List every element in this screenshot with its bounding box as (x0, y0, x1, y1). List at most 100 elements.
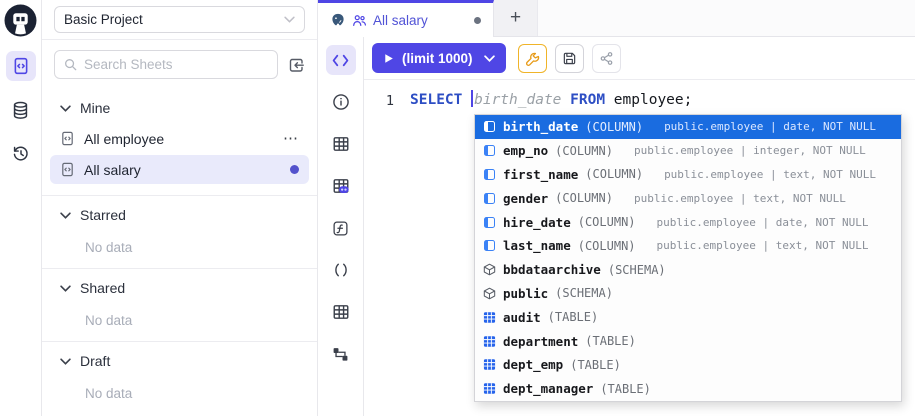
suggestion-kind: (TABLE) (570, 358, 621, 372)
tab-all-salary[interactable]: All salary (318, 0, 494, 37)
function-icon (332, 220, 349, 237)
autocomplete-item[interactable]: dept_manager (TABLE) (475, 377, 901, 401)
empty-placeholder: No data (50, 375, 309, 405)
code-brackets-icon (332, 54, 349, 67)
autocomplete-item[interactable]: hire_date (COLUMN) public.employee | dat… (475, 210, 901, 234)
database-nav-button[interactable] (6, 95, 36, 125)
admin-wrench-button[interactable] (518, 44, 547, 73)
suggestion-kind: (TABLE) (600, 382, 651, 396)
autocomplete-item[interactable]: department (TABLE) (475, 329, 901, 353)
section-header-starred[interactable]: Starred (50, 201, 309, 229)
autocomplete-item[interactable]: bbdataarchive (SCHEMA) (475, 258, 901, 282)
keyword-select: SELECT (410, 92, 471, 108)
suggestion-name: audit (503, 310, 541, 325)
run-options-chevron-icon[interactable] (481, 55, 495, 62)
autocomplete-list: birth_date (COLUMN) public.employee | da… (475, 115, 901, 401)
collapse-panel-button[interactable] (287, 56, 305, 74)
new-tab-button[interactable]: + (494, 0, 538, 36)
search-icon (64, 58, 77, 71)
section-header-mine[interactable]: Mine (50, 94, 309, 122)
suggestion-kind: (COLUMN) (578, 215, 636, 229)
table-schema-button[interactable] (326, 129, 356, 159)
run-query-button[interactable]: (limit 1000) (372, 43, 506, 73)
suggestion-name: dept_manager (503, 381, 593, 396)
autocomplete-item[interactable]: dept_emp (TABLE) (475, 353, 901, 377)
sheet-item-all-salary[interactable]: All salary (50, 155, 309, 184)
code-view-button[interactable] (326, 45, 356, 75)
section-shared: Shared No data (42, 268, 317, 341)
chevron-down-icon (60, 212, 71, 219)
table-grid-icon (482, 335, 496, 348)
section-header-shared[interactable]: Shared (50, 274, 309, 302)
unsaved-indicator-dot (290, 165, 299, 174)
suggestion-kind: (SCHEMA) (555, 286, 613, 300)
ghost-suggestion-text: birth_date (474, 92, 570, 108)
autocomplete-item[interactable]: emp_no (COLUMN) public.employee | intege… (475, 139, 901, 163)
schema-cube-icon (482, 263, 496, 276)
info-icon (332, 93, 350, 111)
main-body: (limit 1000) (318, 37, 915, 416)
autocomplete-item[interactable]: gender (COLUMN) public.employee | text, … (475, 186, 901, 210)
tab-unsaved-dot (474, 17, 481, 24)
document-code-icon (60, 131, 75, 146)
save-icon (562, 51, 577, 66)
empty-placeholder: No data (50, 302, 309, 332)
share-button[interactable] (592, 44, 621, 73)
suggestion-detail: public.employee | text, NOT NULL (657, 239, 869, 252)
history-nav-button[interactable] (6, 139, 36, 169)
more-actions-button[interactable]: ⋯ (283, 131, 299, 146)
suggestion-name: bbdataarchive (503, 262, 601, 277)
save-button[interactable] (555, 44, 584, 73)
info-button[interactable] (326, 87, 356, 117)
sheet-item-all-employee[interactable]: All employee ⋯ (50, 124, 309, 153)
editor-column: (limit 1000) (364, 37, 915, 416)
tables-list-button[interactable] (326, 297, 356, 327)
section-mine: Mine All employee ⋯ (42, 89, 317, 195)
suggestion-kind: (COLUMN) (578, 239, 636, 253)
section-header-draft[interactable]: Draft (50, 347, 309, 375)
project-selector-value: Basic Project (64, 12, 143, 27)
suggestion-name: last_name (503, 238, 571, 253)
sheet-item-label: All salary (84, 162, 141, 178)
chevron-down-icon (284, 16, 295, 23)
document-code-icon (60, 162, 75, 177)
suggestion-detail: public.employee | text, NOT NULL (634, 192, 846, 205)
app-logo-icon[interactable] (4, 4, 37, 37)
worksheet-nav-button[interactable] (6, 51, 36, 81)
sql-editor-app: Basic Project Search Sheets (0, 0, 915, 416)
sql-editor[interactable]: 1 SELECT birth_date FROM employee; birth… (364, 80, 915, 416)
function-button[interactable] (326, 213, 356, 243)
section-label: Draft (80, 353, 110, 369)
table-grid-icon (482, 358, 496, 371)
chevron-down-icon (60, 105, 71, 112)
text-cursor (471, 90, 473, 107)
suggestion-kind: (COLUMN) (555, 144, 613, 158)
parentheses-icon (333, 262, 349, 278)
parentheses-button[interactable] (326, 255, 356, 285)
schema-diagram-button[interactable] (326, 339, 356, 369)
autocomplete-item[interactable]: first_name (COLUMN) public.employee | te… (475, 163, 901, 187)
autocomplete-item[interactable]: last_name (COLUMN) public.employee | tex… (475, 234, 901, 258)
table-icon (332, 303, 350, 321)
chevron-down-icon (60, 285, 71, 292)
autocomplete-item[interactable]: audit (TABLE) (475, 305, 901, 329)
masked-table-icon (332, 177, 350, 195)
project-header: Basic Project (42, 0, 317, 40)
schema-diagram-icon (332, 346, 349, 363)
autocomplete-item[interactable]: birth_date (COLUMN) public.employee | da… (475, 115, 901, 139)
search-placeholder: Search Sheets (84, 57, 173, 72)
masked-data-button[interactable] (326, 171, 356, 201)
project-selector[interactable]: Basic Project (54, 6, 305, 33)
suggestion-name: dept_emp (503, 357, 563, 372)
editor-icon-rail (318, 37, 364, 416)
suggestion-kind: (TABLE) (548, 310, 599, 324)
suggestion-kind: (TABLE) (585, 334, 636, 348)
history-clock-icon (12, 145, 30, 163)
autocomplete-item[interactable]: public (SCHEMA) (475, 282, 901, 306)
document-code-icon (12, 57, 30, 75)
search-input[interactable]: Search Sheets (54, 50, 278, 79)
tab-strip-filler (538, 0, 915, 36)
suggestion-detail: public.employee | text, NOT NULL (664, 168, 876, 181)
wrench-icon (525, 51, 540, 66)
editor-toolbar: (limit 1000) (364, 37, 915, 80)
